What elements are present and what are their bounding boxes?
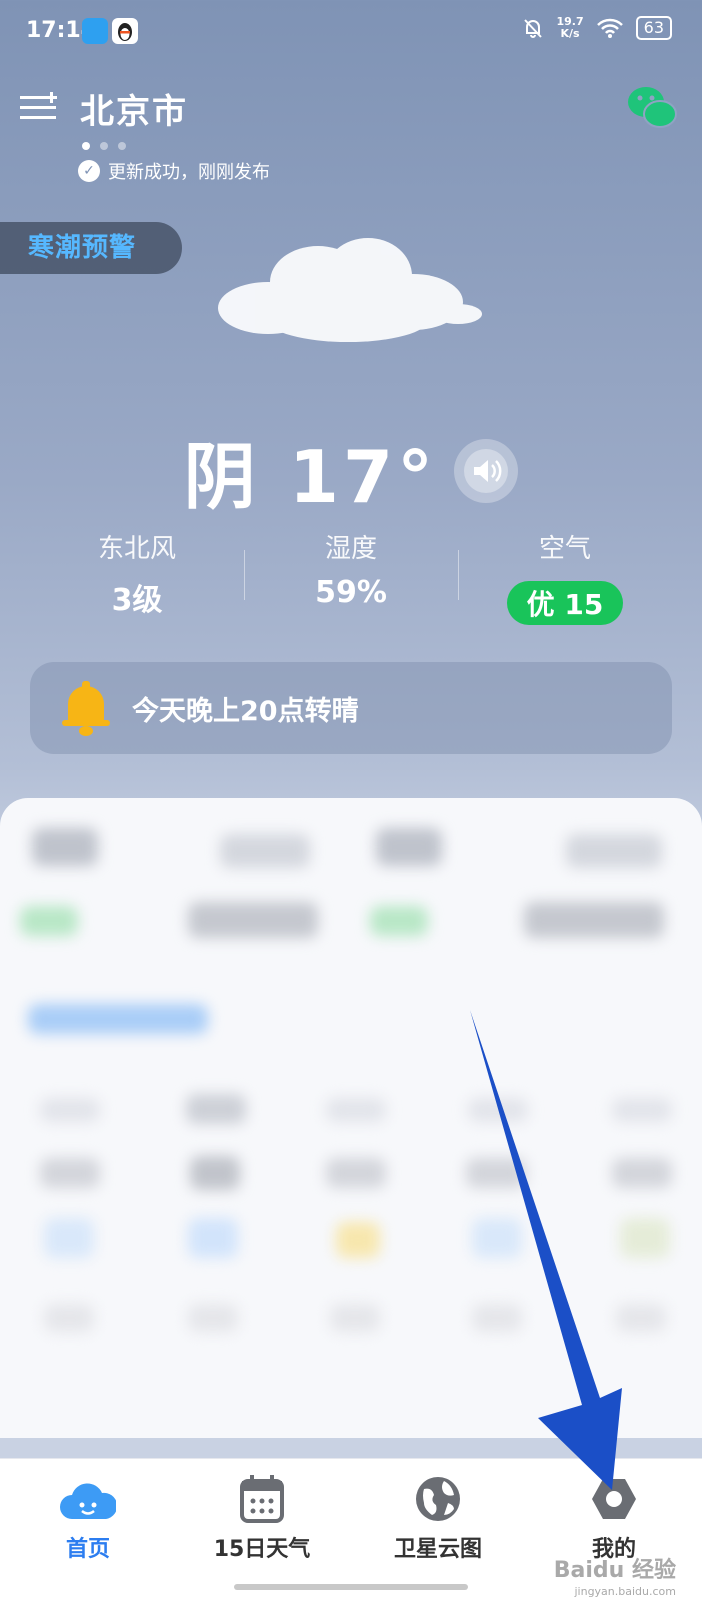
page-dot-active bbox=[82, 142, 90, 150]
nav-tab-home[interactable]: 首页 bbox=[18, 1473, 158, 1563]
condition-text: 阴 bbox=[183, 435, 260, 519]
blurred-forecast-card bbox=[0, 798, 702, 1438]
check-icon: ✓ bbox=[78, 160, 100, 182]
nav-label-satellite: 卫星云图 bbox=[393, 1537, 482, 1562]
page-dot bbox=[118, 142, 126, 150]
watermark: Baidu 经验 bbox=[553, 1558, 676, 1583]
cloud-face-icon bbox=[60, 1483, 116, 1519]
nav-label-home: 首页 bbox=[65, 1537, 110, 1562]
wifi-icon bbox=[596, 18, 623, 38]
city-name[interactable]: 北京市 bbox=[80, 84, 188, 133]
condition-temperature: 阴 17° bbox=[184, 418, 437, 523]
nav-tab-15-day[interactable]: 15日天气 bbox=[192, 1473, 332, 1563]
network-speed: 19.7 K/s bbox=[557, 16, 584, 40]
metric-wind: 东北风 3级 bbox=[30, 526, 244, 626]
battery-indicator: 63 bbox=[635, 16, 672, 40]
update-status: ✓ 更新成功，刚刚发布 bbox=[78, 158, 270, 184]
mute-bell-icon bbox=[523, 19, 542, 38]
update-text: 更新成功，刚刚发布 bbox=[108, 162, 270, 183]
speaker-icon bbox=[464, 448, 509, 493]
nav-tab-mine[interactable]: 我的 bbox=[544, 1473, 684, 1563]
bell-icon bbox=[62, 681, 110, 736]
city-page-dots bbox=[82, 142, 126, 150]
settings-hex-icon bbox=[592, 1479, 636, 1519]
metric-air-quality[interactable]: 空气 优 15 bbox=[458, 526, 672, 626]
metric-label: 湿度 bbox=[324, 534, 377, 564]
weather-notice[interactable]: 今天晚上20点转晴 bbox=[30, 662, 672, 754]
current-weather: 阴 17° bbox=[0, 418, 702, 523]
temperature-text: 17° bbox=[288, 435, 438, 519]
nav-tab-satellite[interactable]: 卫星云图 bbox=[368, 1473, 508, 1563]
metric-humidity: 湿度 59% bbox=[244, 526, 458, 626]
net-speed-unit: K/s bbox=[560, 27, 580, 40]
globe-icon bbox=[416, 1477, 460, 1521]
wechat-icon[interactable] bbox=[626, 84, 678, 132]
metric-label: 东北风 bbox=[97, 534, 176, 564]
notice-text: 今天晚上20点转晴 bbox=[132, 695, 359, 727]
city-menu-icon[interactable] bbox=[20, 92, 60, 124]
metric-label: 空气 bbox=[538, 534, 591, 564]
cold-wave-alert-button[interactable]: 寒潮预警 bbox=[0, 222, 182, 274]
home-indicator bbox=[234, 1584, 468, 1590]
aqi-badge[interactable]: 优 15 bbox=[506, 581, 624, 625]
calendar-icon bbox=[240, 1475, 284, 1523]
metric-value: 3级 bbox=[111, 583, 163, 618]
page-dot bbox=[100, 142, 108, 150]
cloud-icon bbox=[218, 238, 482, 342]
speaker-button[interactable] bbox=[454, 438, 519, 503]
status-bar: 17:14 19.7 K/s 63 bbox=[0, 0, 702, 64]
weather-metrics: 东北风 3级 湿度 59% 空气 优 15 bbox=[30, 526, 672, 626]
metric-value: 59% bbox=[315, 575, 387, 610]
qq-notification-icon bbox=[112, 18, 138, 44]
nav-label-15-day: 15日天气 bbox=[213, 1537, 311, 1562]
watermark-url: jingyan.baidu.com bbox=[574, 1585, 676, 1598]
status-right: 19.7 K/s 63 bbox=[521, 16, 672, 40]
weather-app-notification-icon bbox=[82, 18, 108, 44]
